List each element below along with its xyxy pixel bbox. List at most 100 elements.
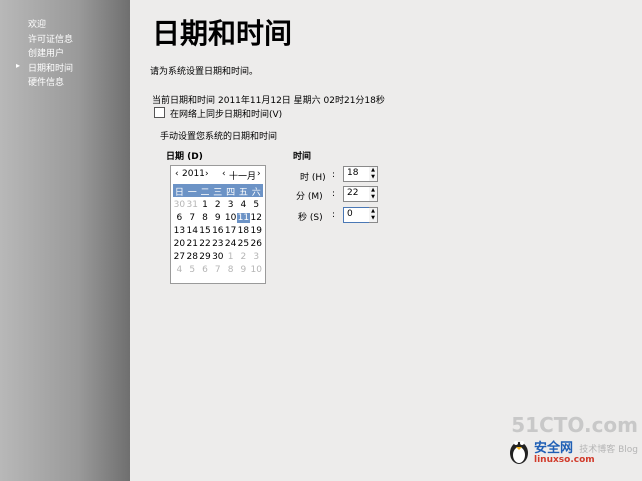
calendar-day[interactable]: 26: [250, 239, 263, 249]
penguin-logo-icon: [508, 435, 530, 465]
calendar-day[interactable]: 10: [250, 265, 263, 275]
weekday-label: 一: [187, 188, 197, 198]
minute-label-text: 分: [296, 192, 306, 202]
second-label-text: 秒: [298, 213, 308, 223]
sidebar-item-license: 许可证信息: [28, 35, 74, 45]
calendar-day[interactable]: 6: [199, 265, 212, 275]
calendar-day[interactable]: 18: [237, 226, 250, 236]
manual-setting-label: 手动设置您系统的日期和时间: [160, 132, 278, 142]
date-section-label: 日期 (D): [166, 149, 203, 162]
page-title: 日期和时间: [152, 17, 293, 50]
calendar-day[interactable]: 29: [199, 252, 212, 262]
calendar-day[interactable]: 28: [186, 252, 199, 262]
minute-label: 分 (M): [296, 189, 323, 202]
down-arrow-icon[interactable]: ▼: [369, 215, 377, 222]
calendar-day[interactable]: 11: [237, 213, 250, 223]
minute-value: 22: [347, 188, 359, 198]
weekday-label: 日: [174, 188, 184, 198]
calendar-day[interactable]: 17: [224, 226, 237, 236]
calendar-day[interactable]: 31: [186, 200, 199, 210]
calendar-day[interactable]: 24: [224, 239, 237, 249]
year-label: 2011: [182, 169, 205, 179]
calendar-day[interactable]: 2: [211, 200, 224, 210]
calendar-day[interactable]: 1: [199, 200, 212, 210]
hour-spin-buttons[interactable]: ▲ ▼: [369, 166, 378, 182]
hour-label-text: 时: [300, 173, 310, 183]
weekday-label: 六: [251, 188, 261, 198]
up-arrow-icon[interactable]: ▲: [369, 208, 377, 215]
second-spinbutton[interactable]: 0: [343, 207, 371, 223]
calendar-day[interactable]: 4: [237, 200, 250, 210]
down-arrow-icon[interactable]: ▼: [369, 174, 377, 181]
sidebar-item-date-time: 日期和时间: [28, 64, 74, 74]
up-arrow-icon[interactable]: ▲: [369, 187, 377, 194]
main-panel: 日期和时间 请为系统设置日期和时间。 当前日期和时间 2011年11月12日 星…: [130, 0, 642, 481]
second-value: 0: [347, 209, 353, 219]
calendar-day[interactable]: 3: [224, 200, 237, 210]
calendar-day[interactable]: 22: [199, 239, 212, 249]
calendar-day[interactable]: 5: [250, 200, 263, 210]
calendar-day[interactable]: 9: [237, 265, 250, 275]
prev-year-button[interactable]: ‹: [175, 169, 179, 179]
hour-colon: :: [332, 170, 336, 180]
calendar-day[interactable]: 25: [237, 239, 250, 249]
watermark-brand: 安全网: [534, 441, 574, 456]
down-arrow-icon[interactable]: ▼: [369, 194, 377, 201]
weekday-label: 五: [238, 188, 248, 198]
calendar-day[interactable]: 4: [173, 265, 186, 275]
calendar-day[interactable]: 8: [199, 213, 212, 223]
calendar-day[interactable]: 6: [173, 213, 186, 223]
watermark: 51CTO.com 安全网 linuxso.com 技术博客 Blog: [508, 413, 638, 475]
calendar-day[interactable]: 30: [173, 200, 186, 210]
next-month-button[interactable]: ›: [257, 169, 261, 179]
second-colon: :: [332, 210, 336, 220]
prev-month-button[interactable]: ‹: [222, 169, 226, 179]
current-datetime-value: 2011年11月12日 星期六 02时21分18秒: [218, 96, 385, 106]
watermark-url: linuxso.com: [534, 455, 595, 465]
ntp-checkbox-label[interactable]: 在网络上同步日期和时间(V): [170, 107, 282, 120]
date-label-mnemonic: (D): [187, 152, 203, 162]
calendar-day[interactable]: 16: [211, 226, 224, 236]
weekday-label: 二: [200, 188, 210, 198]
ntp-checkbox-mnemonic: (V): [269, 110, 283, 120]
weekday-label: 四: [226, 188, 236, 198]
calendar-day[interactable]: 3: [250, 252, 263, 262]
calendar-day[interactable]: 10: [224, 213, 237, 223]
ntp-checkbox-text: 在网络上同步日期和时间: [170, 110, 270, 120]
minute-spin-buttons[interactable]: ▲ ▼: [369, 186, 378, 202]
calendar-day[interactable]: 19: [250, 226, 263, 236]
minute-label-mnemonic: (M): [307, 192, 323, 202]
calendar-day[interactable]: 27: [173, 252, 186, 262]
calendar-day[interactable]: 7: [211, 265, 224, 275]
calendar-day[interactable]: 21: [186, 239, 199, 249]
hour-spinbutton[interactable]: 18: [343, 166, 371, 182]
ntp-checkbox[interactable]: [154, 107, 165, 118]
calendar-day[interactable]: 14: [186, 226, 199, 236]
calendar-day[interactable]: 23: [211, 239, 224, 249]
calendar-day[interactable]: 2: [237, 252, 250, 262]
calendar[interactable]: ‹ 2011 › ‹ 十一月 › 日 一 二 三 四 五 六 30 31 1 2 3 4 5…: [170, 165, 266, 284]
calendar-day[interactable]: 20: [173, 239, 186, 249]
month-label: 十一月: [229, 172, 257, 182]
calendar-day[interactable]: 30: [211, 252, 224, 262]
second-label-mnemonic: (S): [309, 213, 323, 223]
up-arrow-icon[interactable]: ▲: [369, 167, 377, 174]
calendar-day[interactable]: 7: [186, 213, 199, 223]
calendar-weekday-row: 日 一 二 三 四 五 六: [173, 184, 263, 198]
hour-value: 18: [347, 168, 359, 178]
date-label-text: 日期: [166, 152, 185, 162]
calendar-day[interactable]: 12: [250, 213, 263, 223]
calendar-day[interactable]: 13: [173, 226, 186, 236]
second-spin-buttons[interactable]: ▲ ▼: [369, 207, 378, 223]
calendar-day[interactable]: 5: [186, 265, 199, 275]
second-label: 秒 (S): [298, 210, 323, 223]
calendar-day[interactable]: 9: [211, 213, 224, 223]
watermark-blog: 技术博客 Blog: [579, 445, 638, 455]
calendar-day[interactable]: 15: [199, 226, 212, 236]
calendar-day[interactable]: 1: [224, 252, 237, 262]
sidebar-item-create-user: 创建用户: [28, 49, 65, 59]
next-year-button[interactable]: ›: [205, 169, 209, 179]
sidebar: 欢迎 许可证信息 创建用户 ▸ 日期和时间 硬件信息: [0, 0, 130, 481]
calendar-day[interactable]: 8: [224, 265, 237, 275]
minute-spinbutton[interactable]: 22: [343, 186, 371, 202]
